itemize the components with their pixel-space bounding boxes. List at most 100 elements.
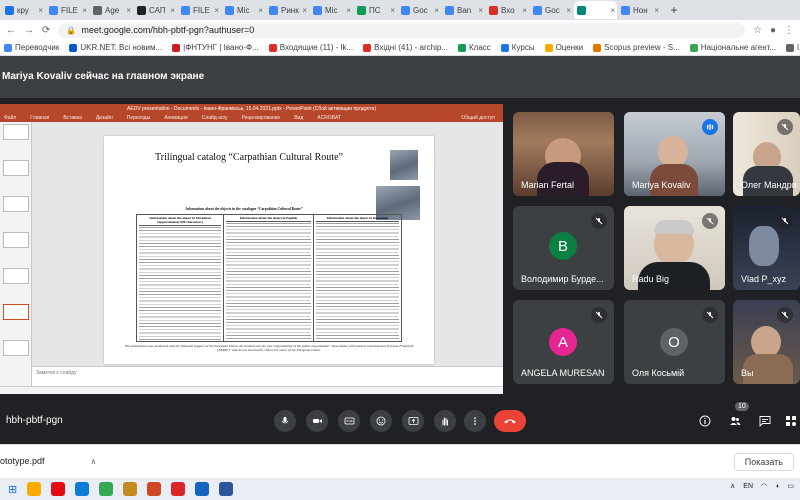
bookmark-item[interactable]: Курсы [500,43,535,52]
bookmark-label: UKR.NET: Всі новим... [80,43,163,52]
tab-close-icon[interactable]: × [478,6,483,15]
tab-close-icon[interactable]: × [302,6,307,15]
browser-tab[interactable]: Age × [90,1,133,19]
tab-close-icon[interactable]: × [214,6,219,15]
participant-tile[interactable]: Олег Мандри [733,112,800,196]
browser-tab[interactable]: Mic × [310,1,353,19]
participant-tile[interactable]: Radu Big [624,206,725,290]
battery-icon[interactable]: ▭ [787,482,794,490]
bookmark-item[interactable]: Входящие (11) - lk... [268,43,354,52]
bookmark-label: Входящие (11) - lk... [279,43,354,52]
edge-icon[interactable] [75,482,90,496]
word-icon[interactable] [219,482,234,496]
file-explorer-icon[interactable] [27,482,42,496]
participant-tile[interactable]: A ANGELA MURESAN [513,300,614,384]
bookmark-label: Scopus preview - S... [604,43,680,52]
files-icon[interactable] [123,482,138,496]
tab-favicon-icon [577,5,586,15]
tab-close-icon[interactable]: × [566,6,571,15]
powerpoint-icon[interactable] [147,482,162,496]
participant-tile[interactable]: Mariya Kovaliv [624,112,725,196]
chevron-up-icon[interactable]: ∧ [91,457,97,466]
forward-arrow-icon[interactable]: → [24,25,34,36]
browser-tab[interactable]: Вхо × [486,1,529,19]
microphone-button[interactable] [274,410,296,432]
end-call-button[interactable] [494,410,526,432]
browser-tab[interactable]: Ринк × [266,1,309,19]
tab-close-icon[interactable]: × [38,6,43,15]
download-item[interactable]: ototype.pdf ∧ [0,456,96,466]
browser-tab[interactable]: кру × [2,1,45,19]
tab-close-icon[interactable]: × [82,6,87,15]
captions-button[interactable] [338,410,360,432]
bookmark-item[interactable]: Національне агент... [689,43,776,52]
wifi-icon[interactable]: ◠ [761,482,767,490]
show-all-downloads-button[interactable]: Показать [733,453,794,471]
tab-close-icon[interactable]: × [346,6,351,15]
chrome-icon[interactable] [99,482,114,496]
bookmark-item[interactable]: |ФНТУНГ | Івано-Ф... [172,43,259,52]
bookmark-item[interactable]: Вхідні (41) - archip... [363,43,448,52]
lock-icon: 🔒 [66,25,77,35]
emoji-button[interactable] [370,410,392,432]
browser-tab[interactable]: САП × [134,1,177,19]
participant-tile[interactable]: Vlad P_xyz [733,206,800,290]
meeting-info-button[interactable] [696,412,714,430]
activities-button[interactable] [782,412,800,430]
new-tab-button[interactable]: + [666,2,682,18]
participant-tile[interactable]: Marian Fertal [513,112,614,196]
raise-hand-button[interactable] [434,410,456,432]
browser-tab[interactable]: × [574,1,617,19]
browser-tab[interactable]: Goc × [398,1,441,19]
tab-label: Age [105,5,120,15]
tab-close-icon[interactable]: × [170,6,175,15]
tab-close-icon[interactable]: × [610,6,615,15]
slide-table-caption: Information about the objects in the cat… [185,207,303,211]
profile-icon[interactable]: ● [770,25,776,36]
chat-button[interactable] [756,412,774,430]
tab-close-icon[interactable]: × [258,6,263,15]
tab-close-icon[interactable]: × [434,6,439,15]
reload-icon[interactable]: ⟳ [42,25,50,36]
browser-tab[interactable]: Mic × [222,1,265,19]
menu-dots-icon[interactable]: ⋮ [784,25,794,36]
participant-tile[interactable]: В Володимир Бурде... [513,206,614,290]
bookmark-item[interactable]: l.konsevich@nung.e... [786,43,800,52]
bookmark-item[interactable]: UKR.NET: Всі новим... [69,43,162,52]
participant-tile[interactable]: Вы [733,300,800,384]
participants-button[interactable] [726,412,744,430]
bookmarks-bar: Переводчик UKR.NET: Всі новим... |ФНТУНГ |… [0,40,800,56]
browser-tab[interactable]: FILE × [178,1,221,19]
input-language[interactable]: EN [743,483,753,490]
tab-favicon-icon [5,5,14,15]
netflix-icon[interactable] [51,482,66,496]
bookmark-item[interactable]: Переводчик [4,43,59,52]
tab-close-icon[interactable]: × [522,6,527,15]
tab-close-icon[interactable]: × [126,6,131,15]
acrobat-icon[interactable] [171,482,186,496]
participant-name: ANGELA MURESAN [521,368,605,378]
address-bar[interactable]: 🔒 meet.google.com/hbh-pbtf-pgn?authuser=… [58,22,745,38]
participant-avatar: A [549,328,577,356]
tray-chevron-icon[interactable]: ∧ [730,482,735,490]
tab-close-icon[interactable]: × [390,6,395,15]
browser-tab[interactable]: Goc × [530,1,573,19]
participant-tile[interactable]: О Оля Косьмій [624,300,725,384]
star-icon[interactable]: ☆ [753,25,762,36]
back-arrow-icon[interactable]: ← [6,25,16,36]
more-options-button[interactable] [464,410,486,432]
browser-tab[interactable]: ПС × [354,1,397,19]
browser-tab[interactable]: Нон × [618,1,661,19]
bookmark-item[interactable]: Scopus preview - S... [593,43,680,52]
browser-tab[interactable]: FILE × [46,1,89,19]
bookmark-item[interactable]: Оценки [544,43,583,52]
windows-start-icon[interactable]: ⊞ [8,483,17,496]
explorer-icon[interactable] [195,482,210,496]
tab-close-icon[interactable]: × [654,6,659,15]
browser-tab[interactable]: Ban × [442,1,485,19]
present-button[interactable] [402,410,424,432]
participant-name: Вы [741,368,754,378]
bookmark-item[interactable]: Класс [458,43,491,52]
camera-button[interactable] [306,410,328,432]
volume-icon[interactable]: ◖ [775,483,779,490]
